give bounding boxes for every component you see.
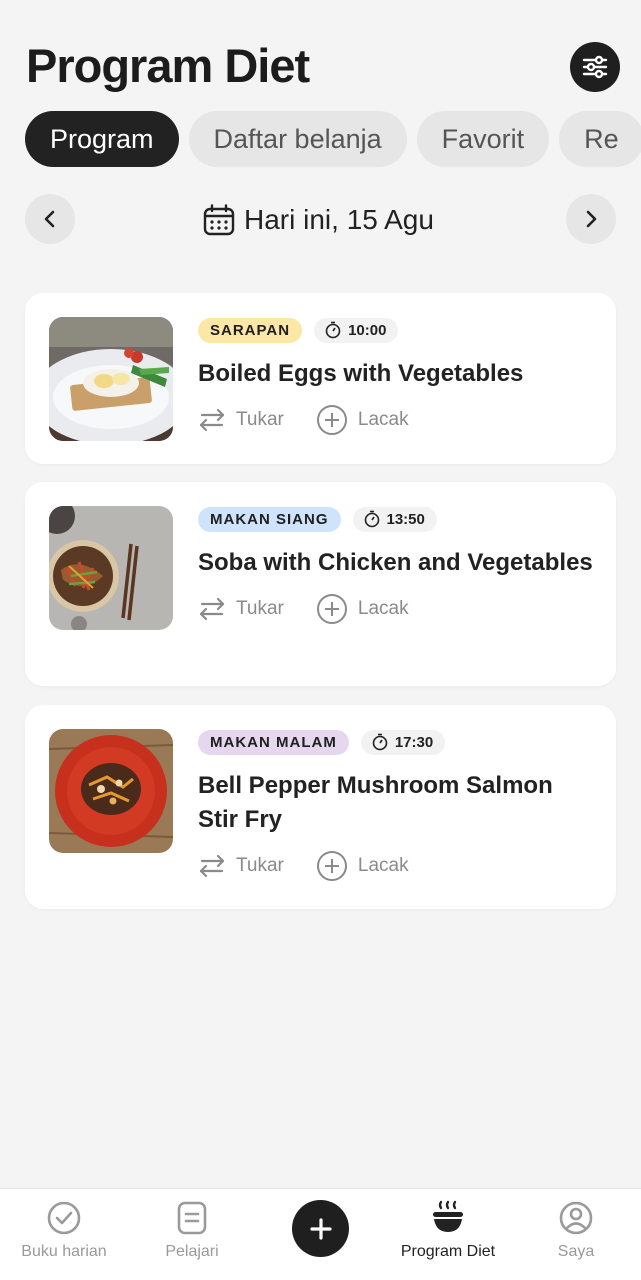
check-circle-icon [47, 1201, 81, 1235]
nav-diet-program[interactable]: Program Diet [384, 1189, 512, 1280]
nav-label: Saya [557, 1243, 595, 1260]
track-label: Lacak [357, 409, 409, 430]
meal-name: Boiled Eggs with Vegetables [198, 360, 524, 387]
meal-time: 13:50 [352, 506, 437, 532]
swap-icon [199, 597, 225, 621]
next-day-button[interactable] [566, 194, 616, 244]
meal-time-value: 10:00 [348, 321, 387, 339]
calendar-icon [203, 204, 235, 236]
meal-image-stir-fry [49, 729, 173, 853]
track-label: Lacak [357, 598, 409, 619]
add-button[interactable] [292, 1200, 349, 1257]
plus-circle-icon [316, 405, 347, 435]
track-button[interactable]: Lacak [316, 593, 409, 625]
filter-button[interactable] [570, 42, 620, 92]
meal-card-breakfast[interactable]: SARAPAN 10:00 Boiled Eggs with Vegetable… [25, 293, 616, 464]
bowl-icon [433, 1200, 463, 1232]
nav-label: Pelajari [165, 1243, 219, 1260]
tab-recipes[interactable]: Re [559, 111, 641, 167]
meal-category-badge: MAKAN MALAM [198, 729, 349, 755]
tab-favorites[interactable]: Favorit [416, 111, 550, 167]
stopwatch-icon [372, 733, 388, 751]
chevron-left-icon [44, 210, 55, 228]
swap-button[interactable]: Tukar [198, 406, 284, 434]
sliders-icon [582, 55, 608, 79]
stopwatch-icon [364, 510, 379, 528]
swap-icon [199, 854, 225, 878]
swap-label: Tukar [236, 598, 284, 619]
nav-profile[interactable]: Saya [512, 1189, 640, 1280]
nav-label: Buku harian [21, 1243, 107, 1260]
track-label: Lacak [357, 855, 409, 876]
nav-diary[interactable]: Buku harian [0, 1189, 128, 1280]
meal-card-lunch[interactable]: MAKAN SIANG 13:50 Soba with Chicken and … [25, 482, 616, 686]
meal-category-badge: MAKAN SIANG [198, 506, 341, 532]
tab-bar: Program Daftar belanja Favorit Re [25, 111, 641, 167]
meal-card-dinner[interactable]: MAKAN MALAM 17:30 Bell Pepper Mushroom S… [25, 705, 616, 909]
meal-image-boiled-eggs [49, 317, 173, 441]
document-icon [177, 1201, 207, 1235]
bottom-navigation: Buku harian Pelajari Program Diet Saya [0, 1188, 641, 1280]
tab-program[interactable]: Program [25, 111, 179, 167]
meal-category-badge: SARAPAN [198, 317, 303, 343]
meal-time: 10:00 [314, 317, 399, 343]
date-display[interactable]: Hari ini, 15 Agu [202, 200, 434, 240]
swap-label: Tukar [236, 855, 284, 876]
meal-name: Bell Pepper Mushroom Salmon Stir Fry [198, 772, 553, 833]
plus-circle-icon [316, 851, 347, 881]
meal-name: Soba with Chicken and Vegetables [198, 549, 593, 576]
profile-icon [559, 1201, 593, 1235]
page-title: Program Diet [26, 39, 310, 92]
stopwatch-icon [325, 321, 341, 339]
previous-day-button[interactable] [25, 194, 75, 244]
track-button[interactable]: Lacak [316, 850, 409, 882]
plus-icon [309, 1217, 332, 1240]
nav-learn[interactable]: Pelajari [128, 1189, 256, 1280]
meal-time: 17:30 [360, 729, 446, 755]
meal-time-value: 17:30 [394, 733, 434, 751]
tab-shopping-list[interactable]: Daftar belanja [188, 111, 407, 167]
meal-image-soba [49, 506, 173, 630]
plus-circle-icon [316, 594, 347, 624]
swap-icon [199, 408, 225, 432]
nav-label: Program Diet [400, 1243, 496, 1260]
meal-time-value: 13:50 [386, 510, 425, 528]
swap-button[interactable]: Tukar [198, 852, 284, 880]
swap-label: Tukar [236, 409, 284, 430]
chevron-right-icon [586, 210, 597, 228]
track-button[interactable]: Lacak [316, 404, 409, 436]
date-label: Hari ini, 15 Agu [244, 204, 434, 235]
swap-button[interactable]: Tukar [198, 595, 284, 623]
